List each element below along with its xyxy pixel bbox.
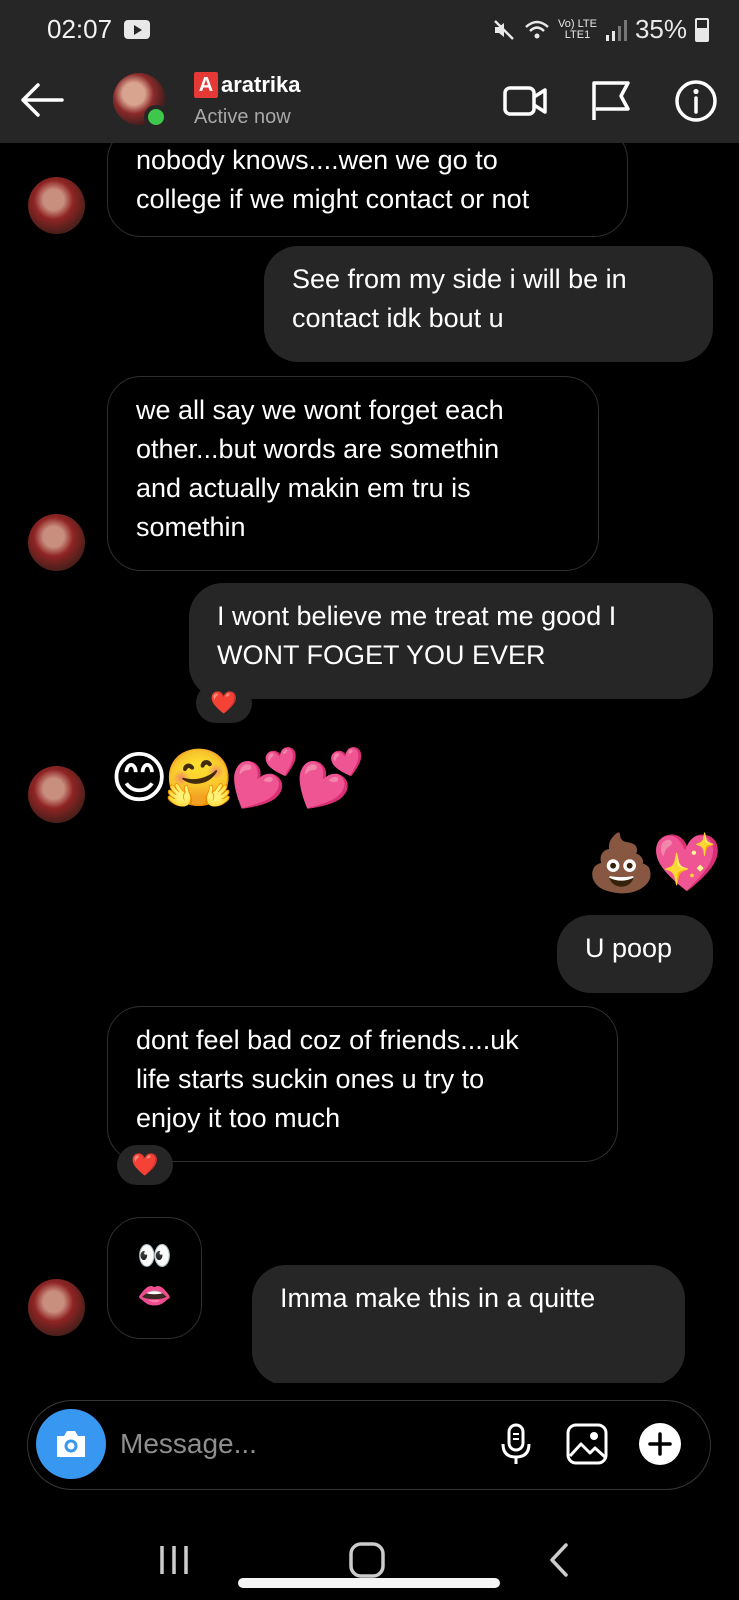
video-call-icon[interactable] [502,78,548,124]
home-indicator[interactable] [238,1578,500,1588]
eyes-emoji: 👀 [137,1240,172,1271]
youtube-notification-icon [124,20,150,39]
message-line: other...but words are somethin [136,434,500,464]
emoji-message[interactable]: 💩💖 [576,828,722,898]
message-line: dont feel bad coz of friends....uk [136,1025,519,1055]
microphone-icon[interactable] [494,1422,538,1466]
message-line: See from my side i will be in [292,264,627,294]
message-line: enjoy it too much [136,1103,341,1133]
message-composer [27,1400,711,1490]
info-icon[interactable] [673,78,719,124]
contact-name: aratrika [221,72,301,97]
outgoing-message-bubble[interactable]: Imma make this in a quitte [252,1265,685,1383]
message-line: and actually makin em tru is [136,473,471,503]
flag-icon[interactable] [588,78,634,124]
message-list[interactable]: nobody knows....wen we go to college if … [0,143,739,1383]
battery-percentage: 35% [634,14,687,44]
message-input[interactable] [120,1423,460,1465]
message-line: life starts suckin ones u try to [136,1064,485,1094]
contact-status: Active now [194,106,291,128]
camera-button[interactable] [36,1409,106,1479]
back-arrow-icon[interactable] [18,80,66,120]
nav-back-icon[interactable] [540,1540,580,1580]
sender-avatar[interactable] [28,766,85,823]
lips-emoji: 👄 [137,1280,172,1311]
camera-icon [57,1431,85,1457]
system-nav-bar [0,1500,739,1600]
battery-icon [695,17,709,42]
online-indicator [144,105,168,129]
contact-name-badge: A [194,72,218,98]
message-line: college if we might contact or not [136,184,530,214]
sender-avatar[interactable] [28,1279,85,1336]
network-bottom-label: LTE1 [564,28,591,41]
status-indicators: Vo) LTE LTE1 35% [492,14,709,45]
message-line: U poop [585,933,673,963]
incoming-message-bubble[interactable]: dont feel bad coz of friends....uk life … [107,1006,618,1162]
incoming-message-bubble[interactable]: we all say we wont forget each other...b… [107,376,599,571]
heart-reaction[interactable]: ❤️ [196,683,252,723]
contact-name-row[interactable]: A aratrika [194,72,301,98]
incoming-emoji-bubble[interactable]: 👀 👄 [107,1217,202,1339]
sender-avatar[interactable] [28,177,85,234]
message-line: we all say we wont forget each [136,395,504,425]
message-line: WONT FOGET YOU EVER [217,640,546,670]
heart-reaction[interactable]: ❤️ [117,1145,173,1185]
emoji-message[interactable]: 😊🤗💕💕 [110,743,366,813]
message-line: nobody knows....wen we go to [136,145,498,175]
incoming-message-bubble[interactable]: nobody knows....wen we go to college if … [107,143,628,237]
status-bar: 02:07 Vo) LTE LTE1 35% [0,0,739,60]
gallery-icon[interactable] [565,1422,609,1466]
recent-apps-icon[interactable] [154,1540,194,1580]
message-line: I wont believe me treat me good I [217,601,617,631]
chat-header: A aratrika Active now [0,60,739,143]
wifi-icon [525,20,549,38]
home-icon[interactable] [347,1540,387,1580]
message-line: somethin [136,512,246,542]
outgoing-message-bubble[interactable]: I wont believe me treat me good I WONT F… [189,583,713,699]
plus-icon[interactable] [638,1422,682,1466]
status-time: 02:07 [47,14,113,44]
message-line: Imma make this in a quitte [280,1283,596,1313]
mute-icon [494,19,514,40]
message-line: contact idk bout u [292,303,504,333]
signal-icon [605,19,627,41]
sender-avatar[interactable] [28,514,85,571]
outgoing-message-bubble[interactable]: See from my side i will be in contact id… [264,246,713,362]
outgoing-message-bubble[interactable]: U poop [557,915,713,993]
network-label: Vo) LTE LTE1 [558,17,597,41]
network-top-label: Vo) LTE [558,17,597,30]
